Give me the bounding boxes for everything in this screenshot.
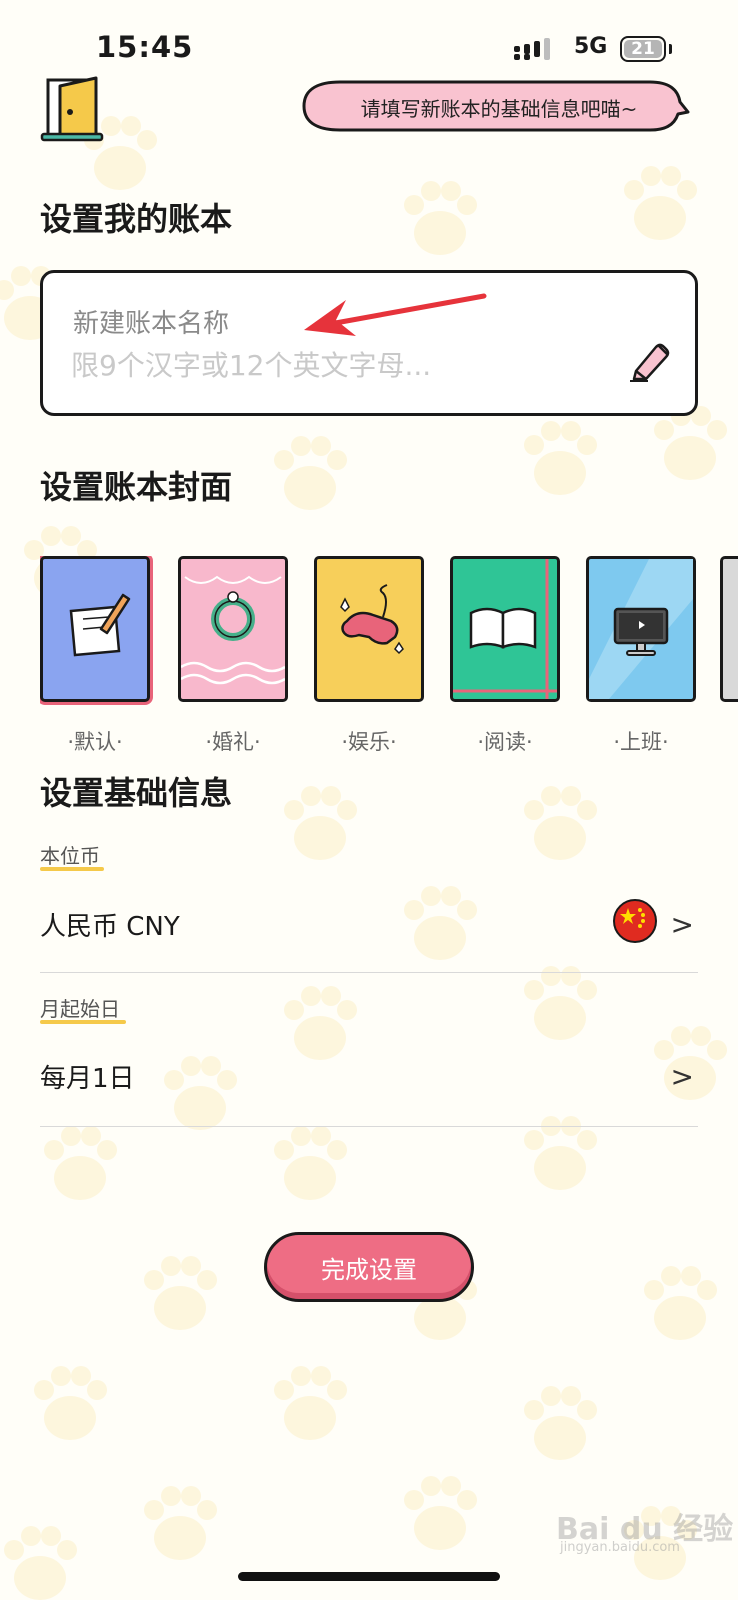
section-title-basic-info: 设置基础信息 (40, 774, 233, 812)
hint-speech-bubble: 请填写新账本的基础信息吧喵~ (294, 76, 690, 136)
back-door-icon[interactable] (40, 76, 106, 144)
month-start-value: 每月1日 (40, 1064, 135, 1094)
month-start-label: 月起始日 (40, 997, 120, 1021)
section-title-ledger: 设置我的账本 (40, 200, 233, 238)
month-start-divider (40, 1126, 698, 1127)
ledger-name-input[interactable] (71, 345, 591, 385)
red-annotation-arrow (304, 293, 487, 336)
status-time: 15:45 (96, 30, 194, 64)
section-title-cover: 设置账本封面 (40, 468, 233, 506)
cover-book-reading (450, 556, 560, 702)
battery-tip (669, 44, 672, 54)
cover-book-wedding (178, 556, 288, 702)
currency-value: 人民币 CNY (40, 912, 180, 942)
open-book-icon (453, 559, 557, 699)
currency-label: 本位币 (40, 844, 100, 868)
monitor-icon (589, 559, 693, 699)
cover-option-reading[interactable]: ·阅读· (450, 556, 560, 754)
note-pen-icon (69, 593, 131, 657)
hint-text: 请填写新账本的基础信息吧喵~ (360, 97, 638, 121)
currency-label-underline (40, 867, 104, 871)
cover-label-work: ·上班· (613, 730, 669, 754)
month-start-row[interactable]: 每月1日 > (40, 1036, 698, 1116)
currency-divider (40, 972, 698, 973)
battery-icon: 21 (620, 36, 666, 62)
cover-label-default: ·默认· (67, 730, 123, 754)
home-indicator[interactable] (238, 1572, 500, 1581)
cover-label-wedding: ·婚礼· (205, 730, 261, 754)
cover-book-default (40, 556, 150, 702)
cover-carousel[interactable]: ·默认· ·婚礼· ·娱乐· ·阅读· ·上班· (40, 556, 738, 756)
cover-option-default[interactable]: ·默认· (40, 556, 150, 754)
chevron-right-icon: > (670, 908, 694, 941)
currency-row[interactable]: 人民币 CNY > (40, 884, 698, 964)
cover-option-entertainment[interactable]: ·娱乐· (314, 556, 424, 754)
cover-book-work (586, 556, 696, 702)
wreath-icon (181, 575, 285, 685)
complete-setup-button[interactable]: 完成设置 (264, 1232, 474, 1302)
cover-book-more (720, 556, 738, 702)
cover-book-entertainment (314, 556, 424, 702)
gamepad-icon (340, 584, 404, 655)
chevron-right-icon: > (670, 1060, 694, 1093)
network-type: 5G (574, 34, 608, 59)
cover-option-work[interactable]: ·上班· (586, 556, 696, 754)
cover-label-reading: ·阅读· (477, 730, 533, 754)
cover-label-entertainment: ·娱乐· (341, 730, 397, 754)
pencil-icon[interactable] (628, 339, 672, 383)
baidu-watermark-url: jingyan.baidu.com (560, 1540, 680, 1555)
ledger-name-label: 新建账本名称 (73, 309, 230, 339)
cellular-signal-icon (514, 38, 550, 60)
cover-option-more[interactable] (720, 556, 738, 702)
battery-level: 21 (631, 39, 655, 59)
cover-option-wedding[interactable]: ·婚礼· (178, 556, 288, 754)
china-flag-icon (613, 899, 657, 943)
month-start-label-underline (40, 1020, 126, 1024)
